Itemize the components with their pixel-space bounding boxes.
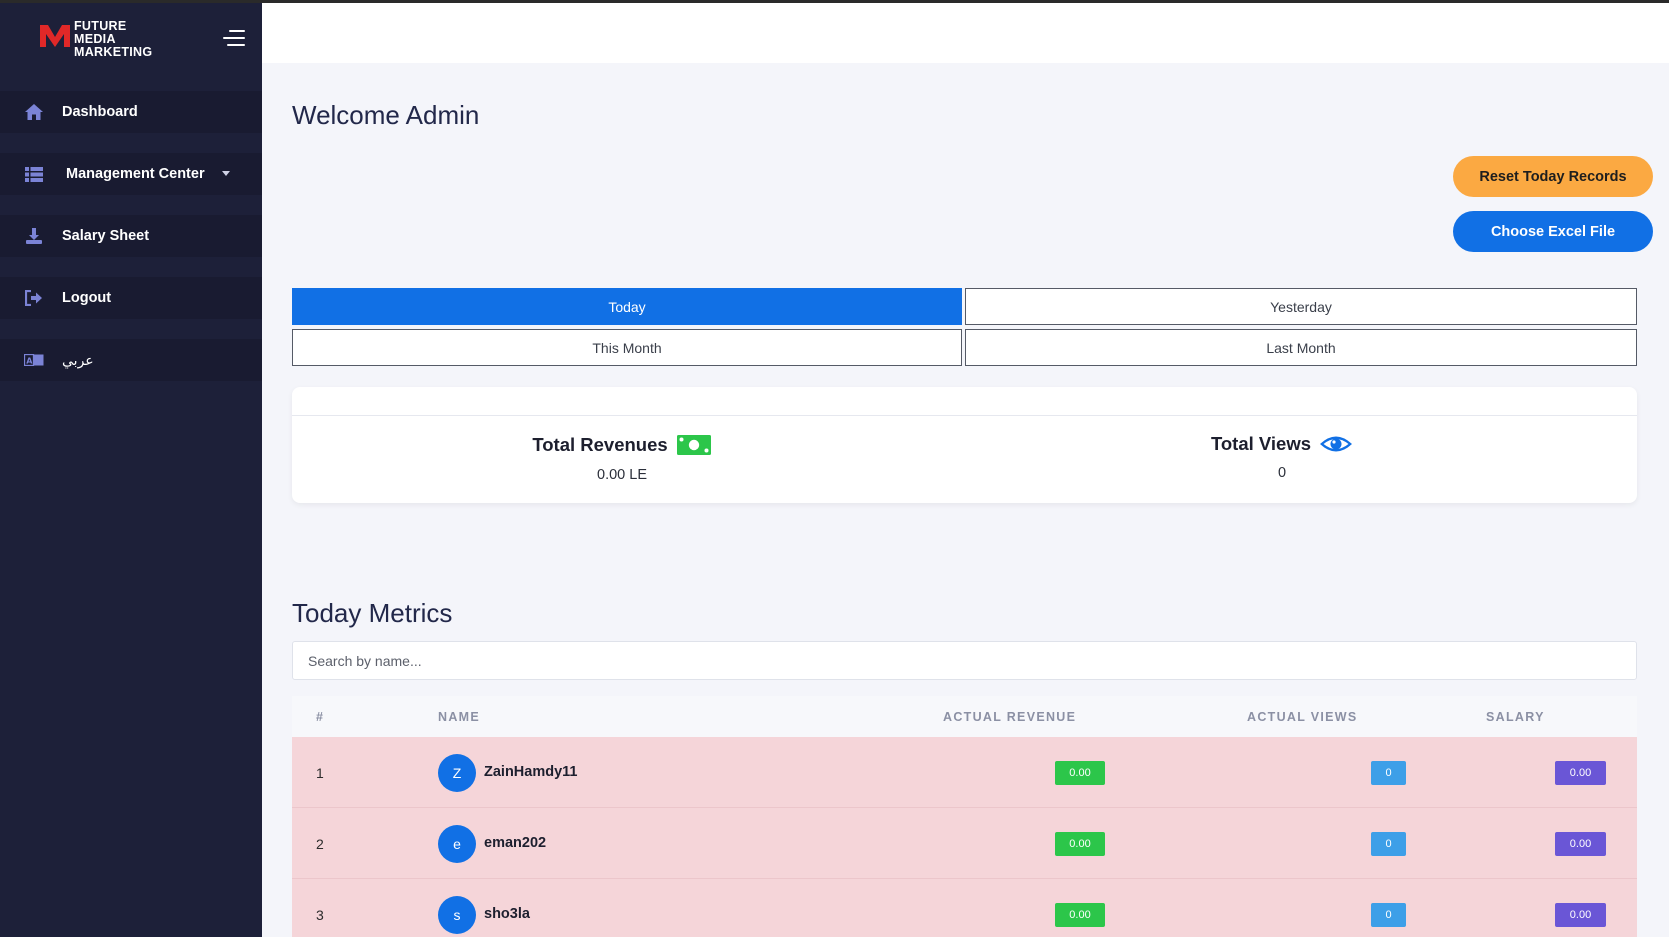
filter-today-button[interactable]: Today bbox=[292, 288, 962, 325]
sidebar-item-management-center[interactable]: Management Center bbox=[0, 153, 262, 195]
main-content: Welcome Admin Reset Today Records Choose… bbox=[262, 3, 1669, 937]
column-header-index: # bbox=[316, 710, 325, 724]
window-top-border bbox=[0, 0, 1669, 3]
revenue-badge: 0.00 bbox=[1055, 903, 1105, 927]
revenue-badge: 0.00 bbox=[1055, 761, 1105, 785]
column-header-actual-revenue[interactable]: ACTUAL REVENUE bbox=[943, 710, 1076, 724]
table-row[interactable]: 3 s sho3la 0.00 0 0.00 bbox=[292, 879, 1637, 937]
row-name: eman202 bbox=[484, 835, 547, 851]
avatar: e bbox=[438, 825, 476, 863]
filter-this-month-button[interactable]: This Month bbox=[292, 329, 962, 366]
svg-text:A: A bbox=[26, 356, 33, 365]
fm-logo-icon bbox=[40, 25, 70, 47]
total-views-value: 0 bbox=[1277, 465, 1287, 481]
views-badge: 0 bbox=[1371, 761, 1406, 785]
brand-line-3: MARKETING bbox=[74, 45, 153, 59]
total-views-label: Total Views bbox=[1210, 433, 1312, 454]
row-index: 2 bbox=[316, 836, 324, 852]
page-title: Welcome Admin bbox=[292, 100, 480, 130]
money-bill-icon bbox=[676, 435, 711, 455]
revenue-badge: 0.00 bbox=[1055, 832, 1105, 856]
list-icon bbox=[24, 164, 44, 184]
search-input[interactable] bbox=[292, 641, 1637, 680]
total-revenues-stat: Total Revenues 0.00 LE bbox=[292, 433, 952, 483]
choose-excel-file-button[interactable]: Choose Excel File bbox=[1453, 211, 1653, 252]
column-header-salary[interactable]: SALARY bbox=[1486, 710, 1545, 724]
row-index: 3 bbox=[316, 907, 324, 923]
brand-name: FUTURE MEDIA MARKETING bbox=[74, 20, 152, 59]
row-name: sho3la bbox=[484, 906, 530, 922]
sidebar-item-label: Logout bbox=[62, 290, 112, 306]
sidebar-item-dashboard[interactable]: Dashboard bbox=[0, 91, 262, 133]
salary-badge: 0.00 bbox=[1555, 832, 1606, 856]
column-header-actual-views[interactable]: ACTUAL VIEWS bbox=[1247, 710, 1358, 724]
sidebar-item-label: Management Center bbox=[66, 166, 205, 182]
filter-last-month-button[interactable]: Last Month bbox=[965, 329, 1637, 366]
row-index: 1 bbox=[316, 765, 324, 781]
eye-icon bbox=[1320, 436, 1353, 452]
sidebar-item-label: Dashboard bbox=[62, 104, 138, 120]
table-row[interactable]: 2 e eman202 0.00 0 0.00 bbox=[292, 808, 1637, 879]
download-icon bbox=[24, 226, 44, 246]
sidebar-item-language[interactable]: A عربي bbox=[0, 339, 262, 381]
card-divider bbox=[292, 415, 1637, 416]
column-header-name[interactable]: NAME bbox=[438, 710, 480, 724]
metrics-title: Today Metrics bbox=[292, 598, 453, 628]
total-revenues-title-row: Total Revenues bbox=[532, 433, 711, 457]
logout-icon bbox=[24, 288, 44, 308]
views-badge: 0 bbox=[1371, 832, 1406, 856]
brand-logo[interactable]: FUTURE MEDIA MARKETING bbox=[40, 20, 152, 59]
filter-yesterday-button[interactable]: Yesterday bbox=[965, 288, 1637, 325]
home-icon bbox=[24, 102, 44, 122]
row-name: ZainHamdy11 bbox=[484, 764, 578, 780]
sidebar-item-label: Salary Sheet bbox=[62, 228, 150, 244]
top-header bbox=[262, 3, 1669, 63]
sidebar-item-label: عربي bbox=[62, 351, 94, 368]
total-revenues-value: 0.00 LE bbox=[597, 467, 647, 483]
sidebar: FUTURE MEDIA MARKETING Dashboard Managem… bbox=[0, 0, 262, 937]
avatar: Z bbox=[438, 754, 476, 792]
hamburger-menu-icon[interactable] bbox=[221, 30, 245, 48]
total-views-stat: Total Views 0 bbox=[952, 433, 1612, 481]
total-revenues-label: Total Revenues bbox=[532, 434, 668, 455]
views-badge: 0 bbox=[1371, 903, 1406, 927]
salary-badge: 0.00 bbox=[1555, 903, 1606, 927]
language-icon: A bbox=[24, 350, 44, 370]
stats-card: Total Revenues 0.00 LE Total Views 0 bbox=[292, 387, 1637, 503]
avatar: s bbox=[438, 896, 476, 934]
table-header: # NAME ACTUAL REVENUE ACTUAL VIEWS SALAR… bbox=[292, 696, 1637, 737]
chevron-down-icon bbox=[222, 171, 230, 176]
table-row[interactable]: 1 Z ZainHamdy11 0.00 0 0.00 bbox=[292, 737, 1637, 808]
sidebar-item-logout[interactable]: Logout bbox=[0, 277, 262, 319]
sidebar-item-salary-sheet[interactable]: Salary Sheet bbox=[0, 215, 262, 257]
salary-badge: 0.00 bbox=[1555, 761, 1606, 785]
total-views-title-row: Total Views bbox=[1211, 433, 1353, 455]
reset-today-records-button[interactable]: Reset Today Records bbox=[1453, 156, 1653, 197]
